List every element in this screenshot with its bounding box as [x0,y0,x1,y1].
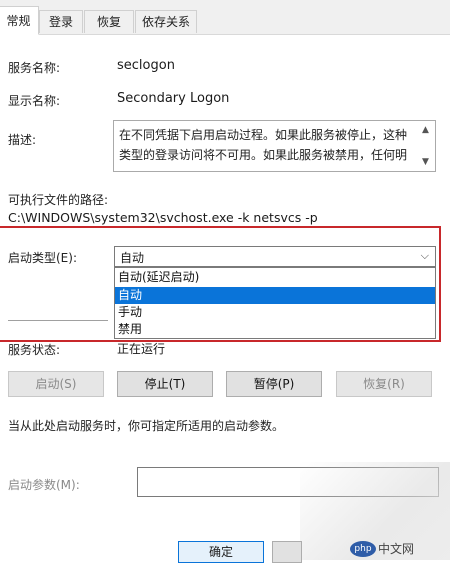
tab-logon[interactable]: 登录 [39,10,83,33]
start-params-label: 启动参数(M): [8,478,80,492]
description-text: 在不同凭据下启用启动过程。如果此服务被停止，这种类型的登录访问将不可用。如果此服… [119,128,408,162]
startup-type-label: 启动类型(E): [8,251,77,265]
description-label: 描述: [8,133,37,147]
scroll-down-icon[interactable]: ▼ [422,157,429,167]
start-button[interactable]: 启动(S) [8,371,104,397]
php-logo-icon: php [350,541,376,557]
exe-path-label: 可执行文件的路径: [8,193,109,207]
startup-type-select[interactable]: 自动 ⌵ [114,246,436,267]
exe-path-value: C:\WINDOWS\system32\svchost.exe -k netsv… [8,210,318,225]
start-params-hint: 当从此处启动服务时，你可指定所适用的启动参数。 [8,419,285,433]
display-name-value: Secondary Logon [117,91,230,106]
option-auto-delayed[interactable]: 自动(延迟启动) [115,269,435,286]
separator [8,320,108,321]
service-name-value: seclogon [117,58,175,73]
tab-dependencies[interactable]: 依存关系 [135,10,197,33]
startup-type-dropdown: 自动(延迟启动) 自动 手动 禁用 [114,267,436,339]
scroll-up-icon[interactable]: ▲ [422,125,429,135]
chevron-down-icon[interactable]: ⌵ [421,249,429,263]
description-scrollbar[interactable]: ▲ ▼ [418,121,435,171]
option-auto[interactable]: 自动 [115,287,435,304]
pause-button[interactable]: 暂停(P) [226,371,322,397]
tab-recovery[interactable]: 恢复 [84,10,134,33]
display-name-label: 显示名称: [8,94,61,108]
watermark-text: 中文网 [378,542,415,556]
service-status-label: 服务状态: [8,343,61,357]
option-disabled[interactable]: 禁用 [115,321,435,338]
resume-button[interactable]: 恢复(R) [336,371,432,397]
service-name-label: 服务名称: [8,61,61,75]
stop-button[interactable]: 停止(T) [117,371,213,397]
service-status-value: 正在运行 [117,342,166,356]
option-manual[interactable]: 手动 [115,304,435,321]
tab-general[interactable]: 常规 [0,6,39,35]
startup-type-selected: 自动 [120,251,145,265]
description-box[interactable]: 在不同凭据下启用启动过程。如果此服务被停止，这种类型的登录访问将不可用。如果此服… [113,120,436,172]
